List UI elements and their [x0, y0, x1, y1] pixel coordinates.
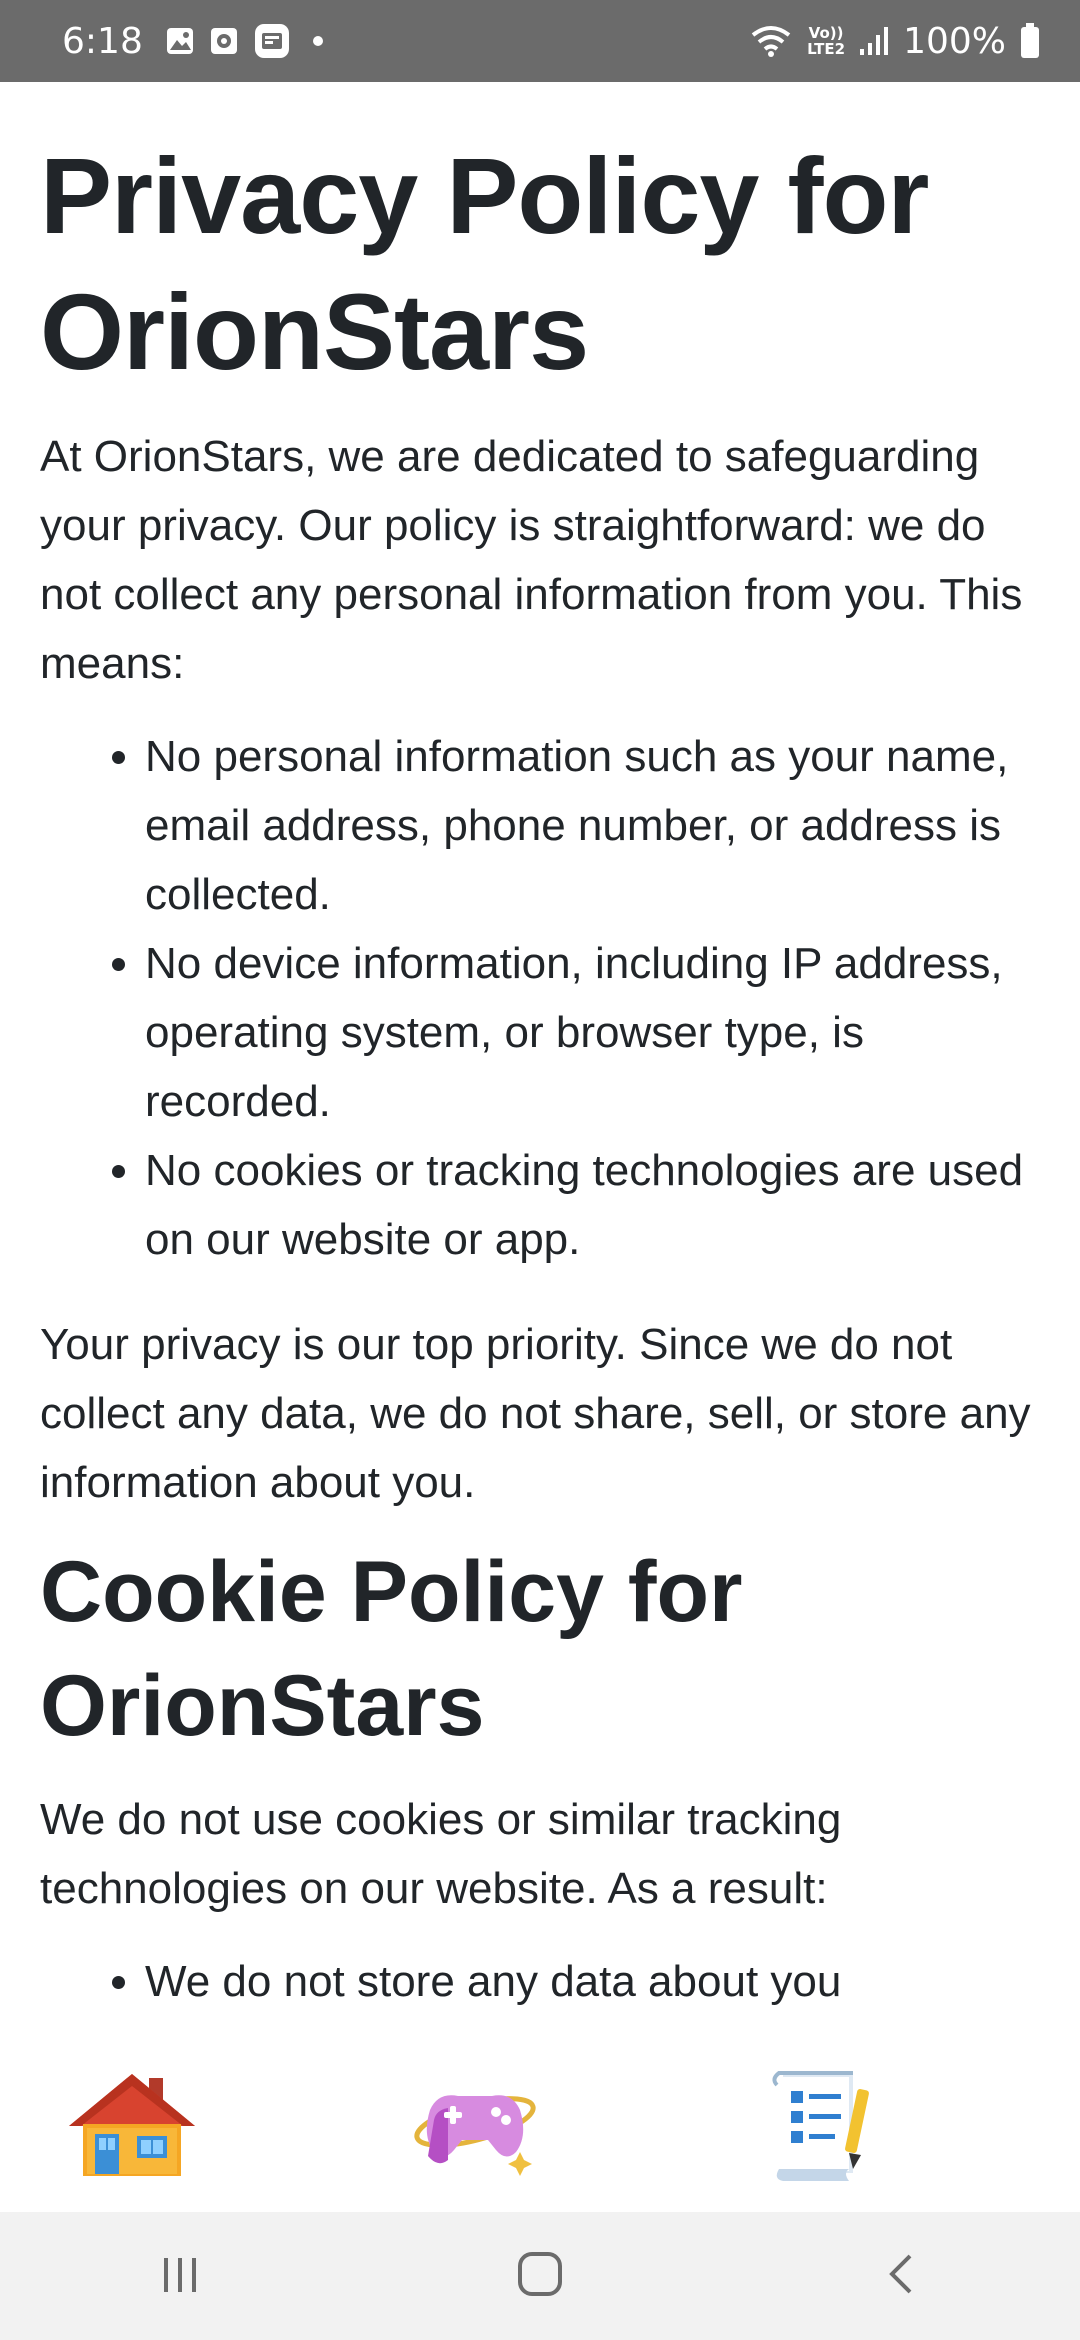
home-button[interactable] [480, 2226, 600, 2326]
system-nav-bar [0, 2212, 1080, 2340]
back-icon [880, 2250, 920, 2303]
lte-label: LTE2 [807, 40, 846, 58]
privacy-policy-title: Privacy Policy for OrionStars [40, 135, 929, 392]
message-notification-icon [253, 22, 291, 60]
list-item: No personal information such as your nam… [145, 722, 1040, 929]
cookie-policy-title: Cookie Policy for OrionStars [40, 1544, 743, 1754]
policy-content[interactable]: Privacy Policy for OrionStars At OrionSt… [0, 82, 1080, 2032]
list-item: No device information, including IP addr… [145, 929, 1040, 1136]
volte-label: Vo)) [808, 24, 844, 42]
battery-icon [1020, 23, 1040, 59]
privacy-list: No personal information such as your nam… [40, 722, 1040, 1274]
bottom-tab-bar [0, 2032, 1080, 2212]
checklist-icon [753, 2065, 887, 2190]
recent-apps-button[interactable] [120, 2226, 240, 2326]
game-controller-icon [408, 2070, 542, 2185]
status-bar: 6:18 Vo)) LTE2 100% [0, 0, 1080, 82]
recent-apps-icon [158, 2252, 202, 2301]
tab-home[interactable] [62, 2062, 202, 2192]
signal-icon [859, 25, 889, 57]
gallery-notification-icon [165, 26, 195, 56]
status-bar-left: 6:18 [62, 21, 323, 62]
status-bar-right: Vo)) LTE2 100% [749, 21, 1040, 62]
tab-tasks[interactable] [750, 2062, 890, 2192]
cookie-list: We do not store any data about you [40, 1947, 1040, 2016]
list-item: No cookies or tracking technologies are … [145, 1136, 1040, 1274]
battery-percent: 100% [903, 20, 1006, 62]
back-button[interactable] [840, 2226, 960, 2326]
app-notification-icon [209, 26, 239, 56]
home-icon [516, 2250, 564, 2303]
tab-games[interactable] [405, 2062, 545, 2192]
cookie-intro-paragraph: We do not use cookies or similar trackin… [40, 1795, 842, 1913]
more-notifications-dot-icon [312, 36, 323, 46]
status-time: 6:18 [62, 20, 143, 62]
wifi-icon [749, 23, 793, 59]
volte-indicator: Vo)) LTE2 [807, 25, 845, 57]
list-item: We do not store any data about you [145, 1947, 1040, 2016]
house-icon [65, 2070, 199, 2185]
privacy-closing-paragraph: Your privacy is our top priority. Since … [40, 1320, 1031, 1507]
privacy-intro-paragraph: At OrionStars, we are dedicated to safeg… [40, 432, 1023, 688]
